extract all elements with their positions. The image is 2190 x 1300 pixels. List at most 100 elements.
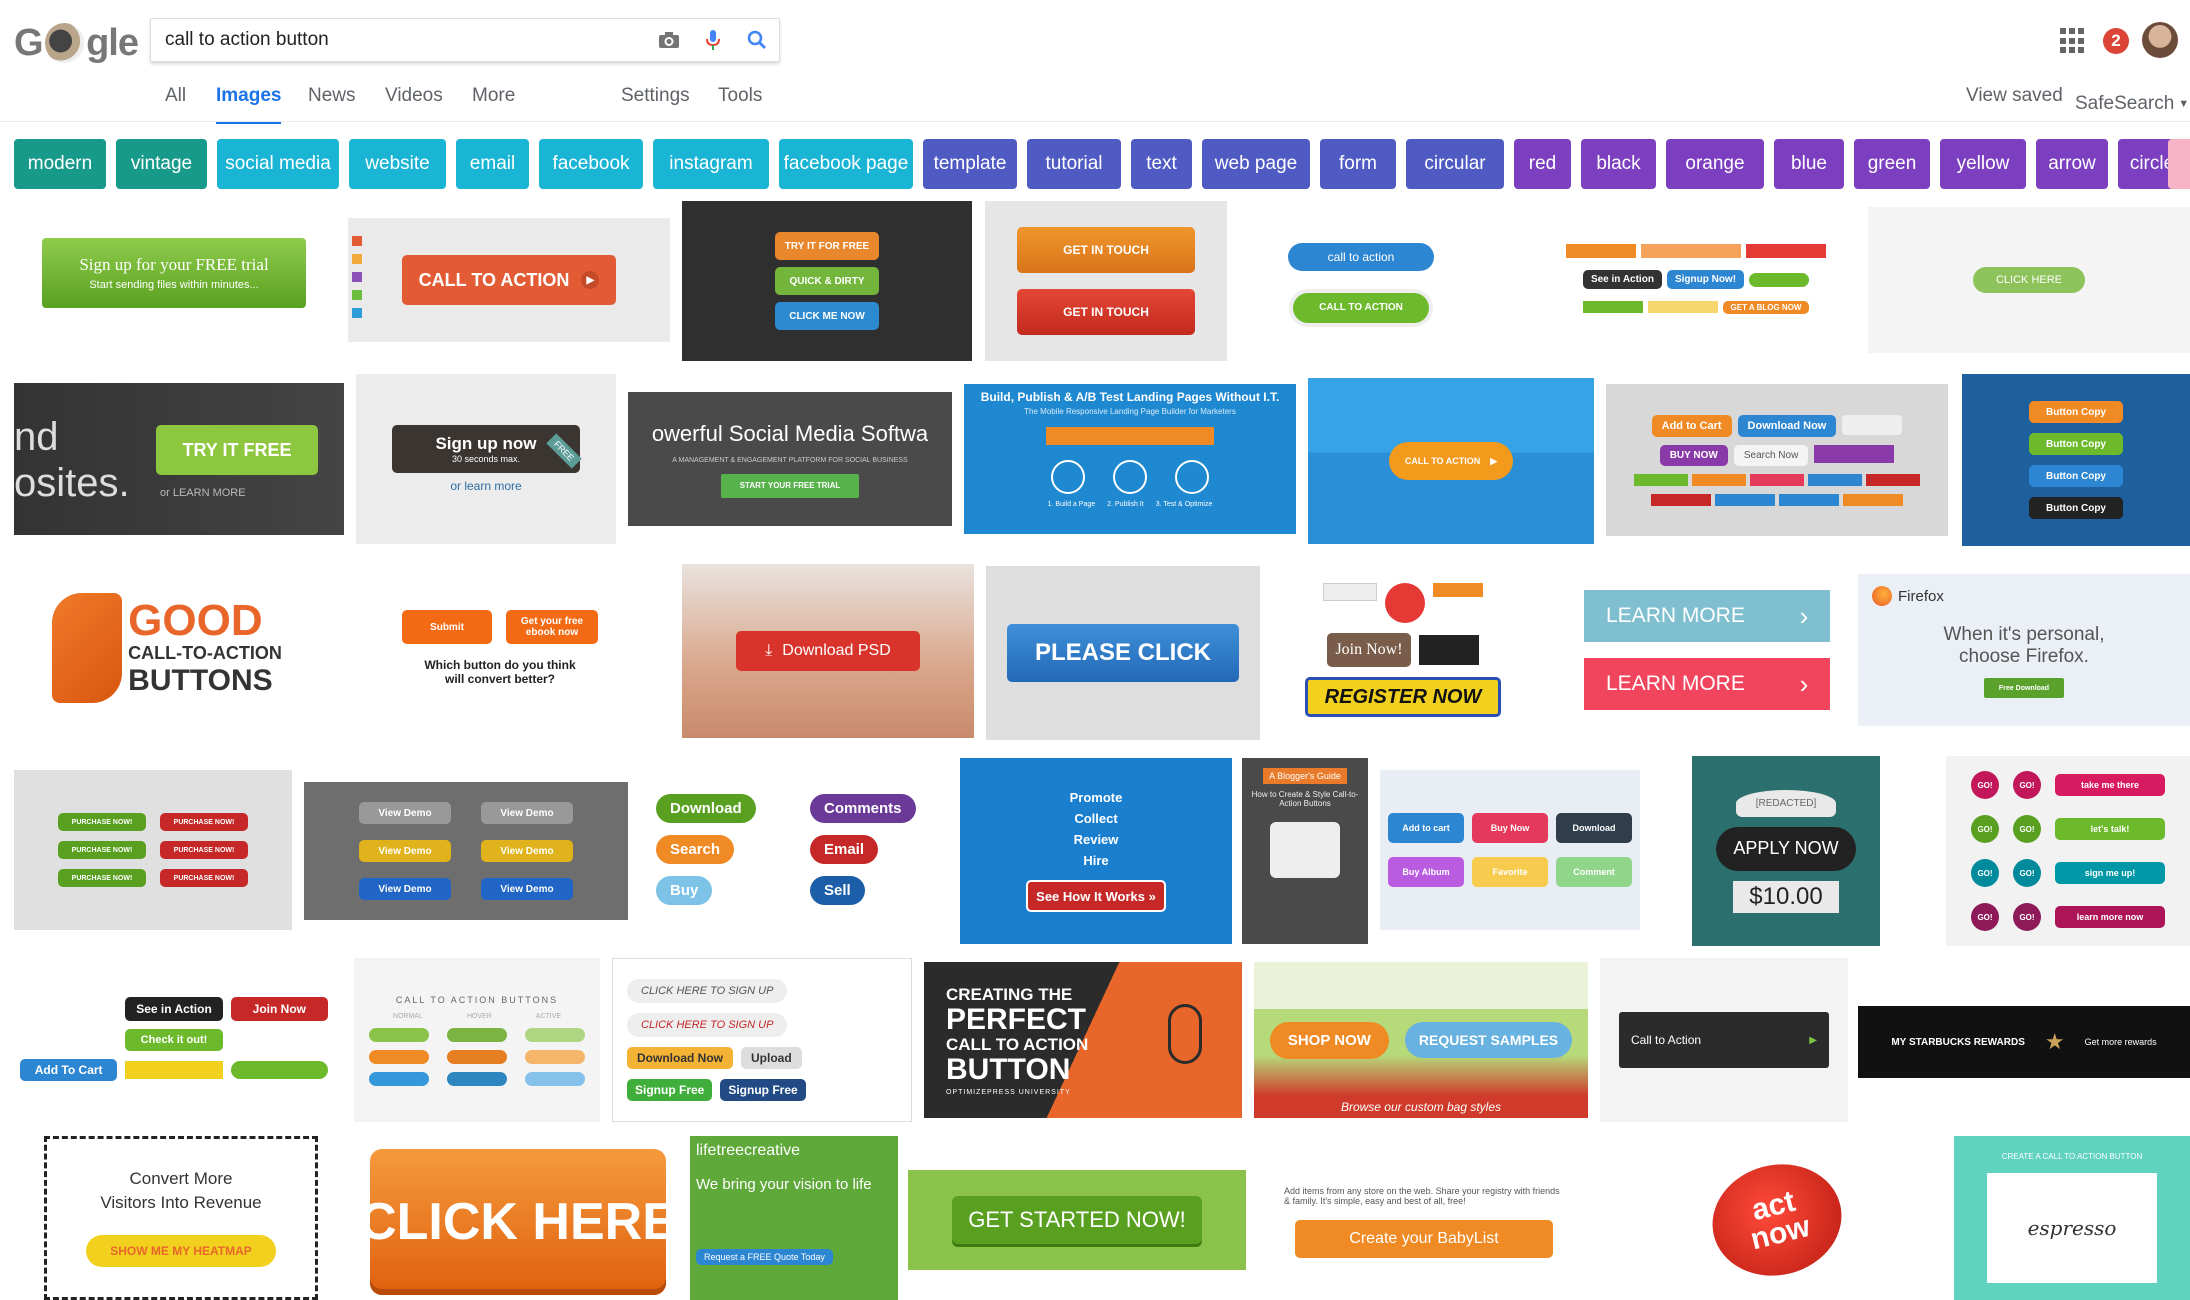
- result-image[interactable]: TRY IT FOR FREE QUICK & DIRTY CLICK ME N…: [682, 201, 972, 361]
- chip-yellow[interactable]: yellow: [1940, 139, 2026, 189]
- camera-icon[interactable]: [647, 18, 691, 62]
- result-image[interactable]: CALL TO ACTION ▶: [348, 218, 670, 342]
- chip-facebook[interactable]: facebook: [539, 139, 643, 189]
- tab-tools[interactable]: Tools: [718, 84, 762, 124]
- body-text: Add items from any store on the web. Sha…: [1284, 1186, 1560, 1206]
- result-image[interactable]: nd osites. TRY IT FREE or LEARN MORE: [14, 383, 344, 535]
- result-image[interactable]: Convert More Visitors Into Revenue SHOW …: [44, 1136, 318, 1300]
- chip-red[interactable]: red: [1514, 139, 1571, 189]
- result-image[interactable]: GOOD CALL-TO-ACTION BUTTONS: [14, 568, 320, 728]
- result-image[interactable]: CALL TO ACTION ▶: [1308, 378, 1594, 544]
- chevron-right-icon: ›: [1799, 668, 1809, 699]
- result-image[interactable]: PLEASE CLICK: [986, 566, 1260, 740]
- chip-black[interactable]: black: [1581, 139, 1656, 189]
- result-image[interactable]: Submit Get your free ebook now Which butt…: [356, 566, 644, 730]
- result-image[interactable]: Sign up for your FREE trial Start sendin…: [14, 205, 334, 340]
- chip-email[interactable]: email: [456, 139, 529, 189]
- headline: Convert More: [129, 1169, 233, 1188]
- result-image[interactable]: PURCHASE NOW! PURCHASE NOW! PURCHASE NOW!…: [14, 770, 292, 930]
- result-image[interactable]: Download Comments Search Email Buy Sell: [646, 770, 946, 928]
- search-input[interactable]: call to action button: [165, 29, 647, 51]
- result-image[interactable]: CLICK HERE: [1868, 207, 2190, 353]
- result-image[interactable]: Button Copy Button Copy Button Copy Butt…: [1962, 374, 2190, 546]
- chip-social-media[interactable]: social media: [217, 139, 339, 189]
- result-image[interactable]: Firefox When it's personal, choose Firef…: [1858, 574, 2190, 726]
- cta-label: CLICK HERE: [366, 1149, 670, 1295]
- result-image[interactable]: CREATE A CALL TO ACTION BUTTON espresso: [1954, 1136, 2190, 1300]
- tag-label: A Blogger's Guide: [1263, 768, 1347, 784]
- cta-label: Submit: [402, 610, 492, 644]
- apps-grid-icon[interactable]: [2060, 28, 2086, 54]
- result-image[interactable]: See in Action Join Now Check it out! Add…: [14, 960, 334, 1118]
- result-image[interactable]: act now: [1700, 1140, 1854, 1300]
- cta-label: Call to Action: [1631, 1033, 1702, 1047]
- result-image[interactable]: GO! GO! take me there GO! GO! let's talk…: [1946, 756, 2190, 946]
- safesearch-menu[interactable]: SafeSearch ▼: [2075, 84, 2189, 124]
- chip-form[interactable]: form: [1320, 139, 1396, 189]
- tab-news[interactable]: News: [308, 84, 356, 124]
- chip-instagram[interactable]: instagram: [653, 139, 769, 189]
- tab-more[interactable]: More: [472, 84, 515, 124]
- result-image[interactable]: CLICK HERE TO SIGN UP CLICK HERE TO SIGN…: [612, 958, 912, 1122]
- chip-circular[interactable]: circular: [1406, 139, 1504, 189]
- headline: Visitors Into Revenue: [100, 1193, 262, 1212]
- cta-label: GET STARTED NOW!: [952, 1196, 1202, 1244]
- chip-arrow[interactable]: arrow: [2036, 139, 2108, 189]
- tab-settings[interactable]: Settings: [621, 84, 690, 124]
- account-avatar[interactable]: [2142, 22, 2178, 58]
- result-image[interactable]: See in Action Signup Now! GET A BLOG NOW: [1532, 214, 1860, 344]
- chip-text[interactable]: text: [1131, 139, 1192, 189]
- result-image[interactable]: Sign up now 30 seconds max. or learn more…: [356, 374, 616, 544]
- google-images-page: Ggle call to action button All Images Ne…: [0, 0, 2190, 1300]
- cta-label: See in Action: [1582, 270, 1662, 289]
- result-image[interactable]: View Demo View Demo View Demo View Demo Vi…: [304, 782, 628, 920]
- tab-videos[interactable]: Videos: [385, 84, 443, 124]
- result-image[interactable]: SHOP NOW REQUEST SAMPLES Browse our cust…: [1254, 962, 1588, 1118]
- result-image[interactable]: GET STARTED NOW!: [908, 1170, 1246, 1270]
- result-image[interactable]: ⤓ Download PSD: [682, 564, 974, 738]
- notifications-badge[interactable]: 2: [2103, 28, 2129, 54]
- search-icon[interactable]: [735, 18, 779, 62]
- chip-facebook-page[interactable]: facebook page: [779, 139, 913, 189]
- result-image[interactable]: Add items from any store on the web. Sha…: [1260, 1144, 1588, 1300]
- result-image[interactable]: Build, Publish & A/B Test Landing Pages …: [964, 384, 1296, 534]
- result-image[interactable]: CALL TO ACTION BUTTONS NORMAL HOVER ACTIVE: [354, 958, 600, 1122]
- result-image[interactable]: Add to Cart Download Now BUY NOW Search No…: [1606, 384, 1948, 536]
- result-image[interactable]: Promote Collect Review Hire See How It W…: [960, 758, 1232, 944]
- result-image[interactable]: Add to cart Buy Now Download Buy Album F…: [1380, 770, 1640, 930]
- chip-template[interactable]: template: [923, 139, 1017, 189]
- result-image[interactable]: Call to Action ▶: [1600, 958, 1848, 1122]
- result-image[interactable]: [REDACTED] APPLY NOW $10.00: [1692, 756, 1880, 946]
- cta-label: Signup Free: [720, 1079, 806, 1101]
- cta-label: Create your BabyList: [1295, 1220, 1553, 1258]
- result-image[interactable]: CREATING THE PERFECT CALL TO ACTION BUTT…: [924, 962, 1242, 1118]
- chip-website[interactable]: website: [349, 139, 446, 189]
- tab-all[interactable]: All: [165, 84, 186, 124]
- result-image[interactable]: owerful Social Media Softwa A MANAGEMENT…: [628, 392, 952, 526]
- chip-overflow[interactable]: [2168, 139, 2190, 189]
- search-box[interactable]: call to action button: [150, 18, 780, 62]
- view-saved-link[interactable]: View saved: [1966, 84, 2063, 124]
- chip-vintage[interactable]: vintage: [116, 139, 207, 189]
- google-doodle-logo[interactable]: Ggle: [14, 18, 139, 68]
- chip-tutorial[interactable]: tutorial: [1027, 139, 1121, 189]
- banner-title: owerful Social Media Softwa: [651, 420, 929, 446]
- result-image[interactable]: MY STARBUCKS REWARDS ★ Get more rewards: [1858, 1006, 2190, 1078]
- article-title: How to Create & Style Call-to-Action But…: [1251, 790, 1359, 808]
- chip-modern[interactable]: modern: [14, 139, 106, 189]
- chip-green[interactable]: green: [1854, 139, 1930, 189]
- result-image[interactable]: A Blogger's Guide How to Create & Style …: [1242, 758, 1368, 944]
- chip-web-page[interactable]: web page: [1202, 139, 1310, 189]
- headline: PERFECT: [946, 1002, 1087, 1036]
- tab-images[interactable]: Images: [216, 84, 282, 124]
- result-image[interactable]: call to action CALL TO ACTION: [1240, 205, 1482, 360]
- result-image[interactable]: lifetreecreative We bring your vision to…: [690, 1136, 898, 1300]
- result-image[interactable]: CLICK HERE: [366, 1146, 670, 1298]
- chip-orange[interactable]: orange: [1666, 139, 1764, 189]
- result-image[interactable]: GET IN TOUCH GET IN TOUCH: [985, 201, 1227, 361]
- result-image[interactable]: LEARN MORE › LEARN MORE ›: [1584, 582, 1830, 718]
- cta-label: sign me up!: [2055, 862, 2165, 884]
- result-image[interactable]: Join Now! REGISTER NOW: [1272, 566, 1534, 734]
- microphone-icon[interactable]: [691, 18, 735, 62]
- chip-blue[interactable]: blue: [1774, 139, 1844, 189]
